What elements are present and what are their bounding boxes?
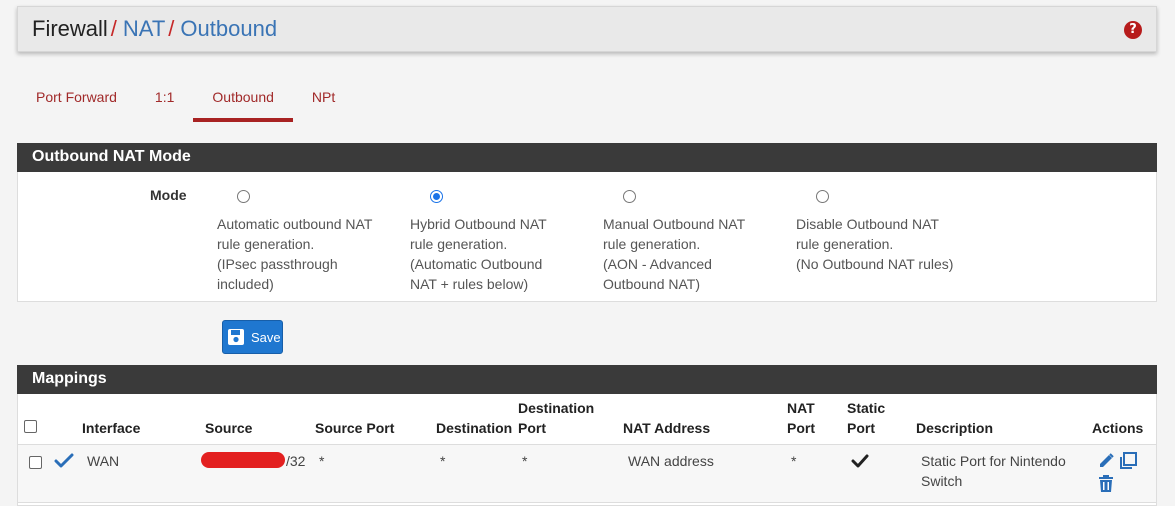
row-description: Static Port for Nintendo Switch <box>921 453 1066 489</box>
col-destination[interactable]: Destination <box>436 418 512 438</box>
tab-one-to-one[interactable]: 1:1 <box>136 78 193 122</box>
save-button[interactable]: Save <box>222 320 283 354</box>
tab-port-forward[interactable]: Port Forward <box>17 78 136 122</box>
row-source-port: * <box>319 453 325 469</box>
breadcrumb-firewall: Firewall <box>32 16 108 41</box>
row-destination: * <box>440 453 446 469</box>
breadcrumb-separator: / <box>110 16 117 41</box>
breadcrumb-separator: / <box>168 16 175 41</box>
col-interface[interactable]: Interface <box>82 418 140 438</box>
breadcrumb-nat-link[interactable]: NAT <box>123 16 165 42</box>
row-source-suffix: /32 <box>286 453 306 469</box>
outbound-nat-mode-panel: Mode Automatic outbound NAT rule generat… <box>17 172 1157 302</box>
mode-text-automatic: Automatic outbound NAT rule generation. … <box>217 216 373 292</box>
question-circle-icon[interactable]: ? <box>1124 21 1142 39</box>
row-nat-address: WAN address <box>628 453 714 469</box>
pencil-icon[interactable] <box>1097 452 1115 470</box>
save-label: Save <box>251 329 281 345</box>
mode-radio-automatic[interactable] <box>237 190 250 203</box>
col-source-port[interactable]: Source Port <box>315 418 394 438</box>
breadcrumb: Firewall / NAT / Outbound ? <box>17 6 1157 52</box>
col-source[interactable]: Source <box>205 418 252 438</box>
select-all-checkbox[interactable] <box>24 420 37 433</box>
tab-bar: Port Forward 1:1 Outbound NPt <box>17 78 354 122</box>
tab-npt[interactable]: NPt <box>293 78 354 122</box>
mappings-table: Interface Source Source Port Destination… <box>17 394 1157 506</box>
mode-radio-disable[interactable] <box>816 190 829 203</box>
row-nat-port: * <box>791 453 797 469</box>
tab-outbound[interactable]: Outbound <box>193 78 293 122</box>
mappings-header: Mappings <box>17 365 1157 394</box>
row-interface: WAN <box>87 453 120 469</box>
col-static-port[interactable]: Static Port <box>847 398 885 438</box>
copy-icon[interactable] <box>1118 451 1138 471</box>
floppy-disk-icon <box>228 329 244 345</box>
breadcrumb-outbound-link[interactable]: Outbound <box>180 16 277 42</box>
static-port-check-icon <box>851 454 869 468</box>
col-nat-address[interactable]: NAT Address <box>623 418 710 438</box>
col-actions: Actions <box>1092 420 1144 436</box>
col-destination-port[interactable]: Destination Port <box>518 398 594 438</box>
col-description[interactable]: Description <box>916 418 993 438</box>
check-icon <box>54 453 74 468</box>
col-nat-port[interactable]: NAT Port <box>787 398 815 438</box>
redacted-source-address <box>201 452 285 468</box>
row-divider <box>18 502 1156 503</box>
outbound-nat-mode-header: Outbound NAT Mode <box>17 143 1157 172</box>
mode-text-disable: Disable Outbound NAT rule generation. (N… <box>796 216 954 272</box>
trash-icon[interactable] <box>1097 475 1115 493</box>
mode-radio-manual[interactable] <box>623 190 636 203</box>
mode-label: Mode <box>150 187 187 203</box>
row-checkbox[interactable] <box>29 456 42 469</box>
mode-text-hybrid: Hybrid Outbound NAT rule generation. (Au… <box>410 216 547 292</box>
mode-text-manual: Manual Outbound NAT rule generation. (AO… <box>603 216 746 292</box>
mode-radio-hybrid[interactable] <box>430 190 443 203</box>
row-destination-port: * <box>522 453 528 469</box>
